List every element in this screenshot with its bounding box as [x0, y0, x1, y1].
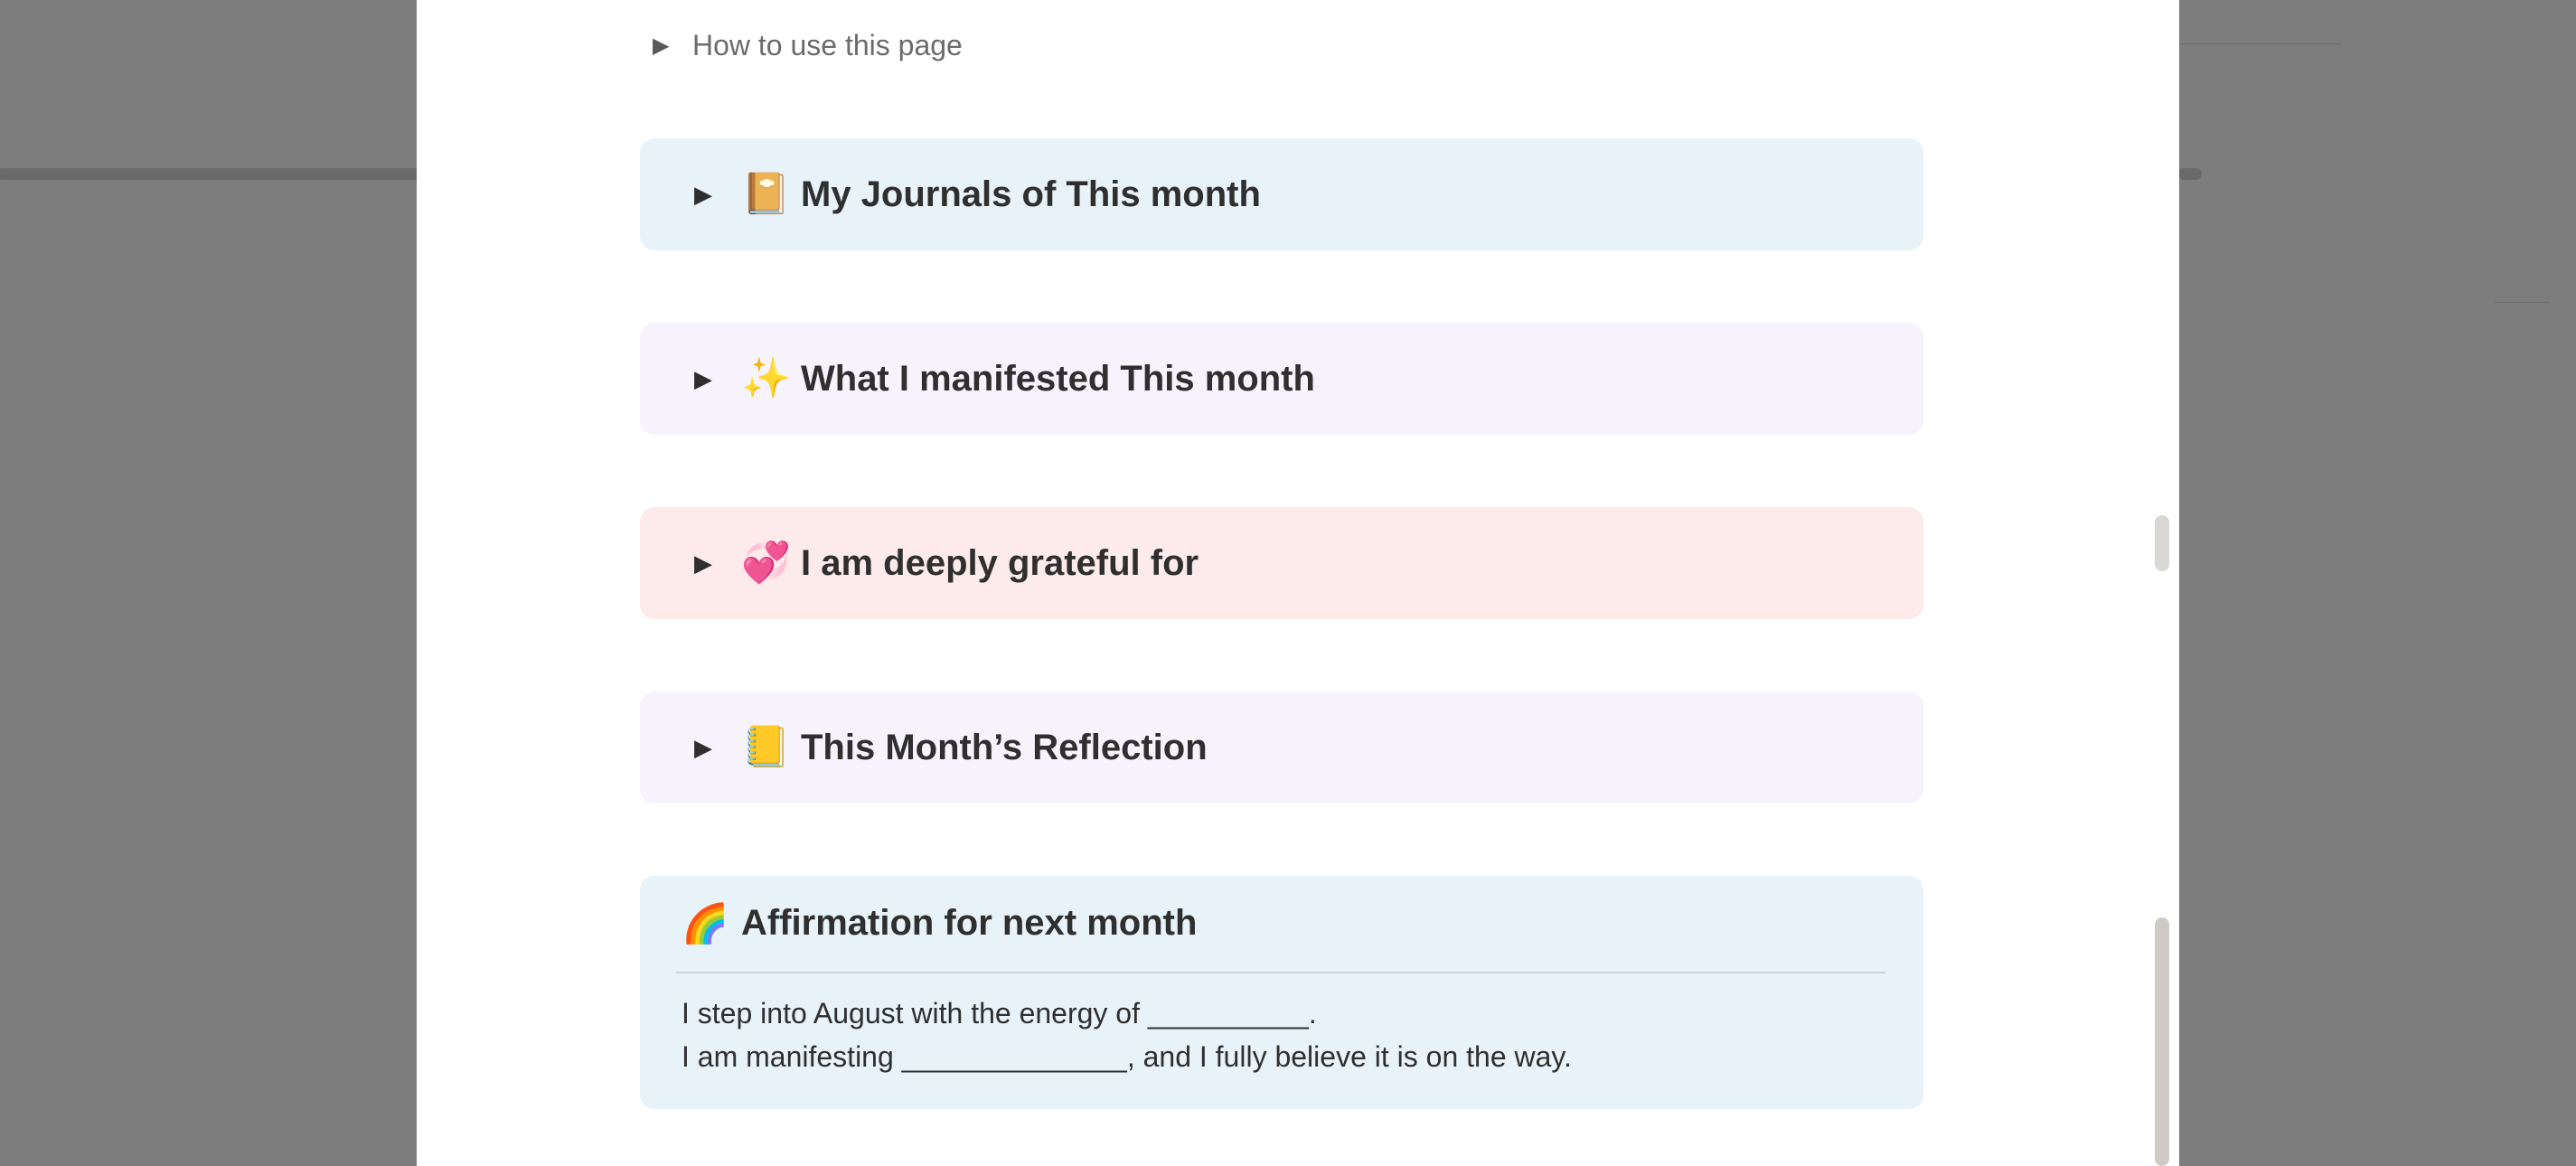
toggle-arrow-icon[interactable]: ▶ — [694, 181, 723, 209]
callout-grateful[interactable]: ▶ 💞 I am deeply grateful for — [640, 507, 1923, 619]
callout-manifested[interactable]: ▶ ✨ What I manifested This month — [640, 323, 1923, 435]
toggle-label: How to use this page — [692, 28, 963, 61]
background-scrollbar-end — [2178, 168, 2202, 180]
rainbow-icon: 🌈 — [682, 901, 729, 945]
scrollbar-thumb[interactable] — [2155, 917, 2169, 1166]
sparkles-icon: ✨ — [741, 356, 791, 400]
affirmation-text[interactable]: I step into August with the energy of __… — [682, 997, 1317, 1030]
affirmation-text[interactable]: I am manifesting ______________, and I f… — [682, 1040, 1572, 1074]
divider — [676, 972, 1885, 973]
callout-affirmation: 🌈 Affirmation for next month I step into… — [640, 876, 1923, 1109]
background-scrollbar — [0, 168, 418, 180]
background-divider — [2178, 43, 2341, 44]
callout-title: What I manifested This month — [801, 358, 1315, 399]
toggle-arrow-icon[interactable]: ▶ — [694, 550, 723, 578]
toggle-arrow-icon[interactable]: ▶ — [694, 365, 723, 393]
background-divider — [2495, 302, 2549, 303]
callout-reflection[interactable]: ▶ 📒 This Month’s Reflection — [640, 691, 1923, 804]
callout-journals[interactable]: ▶ 📔 My Journals of This month — [640, 138, 1923, 250]
scrollbar-segment[interactable] — [2155, 515, 2169, 571]
callout-title: My Journals of This month — [801, 174, 1261, 214]
toggle-arrow-icon[interactable]: ▶ — [653, 33, 672, 59]
sticky-note-icon: 📒 — [741, 725, 791, 769]
journal-icon: 📔 — [741, 172, 791, 216]
affirmation-heading: 🌈 Affirmation for next month — [682, 903, 1197, 944]
callout-title: I am deeply grateful for — [801, 542, 1199, 583]
hearts-icon: 💞 — [741, 541, 791, 585]
toggle-arrow-icon[interactable]: ▶ — [694, 734, 723, 762]
callout-title: This Month’s Reflection — [801, 727, 1208, 767]
toggle-how-to-use[interactable]: ▶ How to use this page — [653, 24, 963, 67]
affirmation-title[interactable]: Affirmation for next month — [741, 903, 1197, 944]
